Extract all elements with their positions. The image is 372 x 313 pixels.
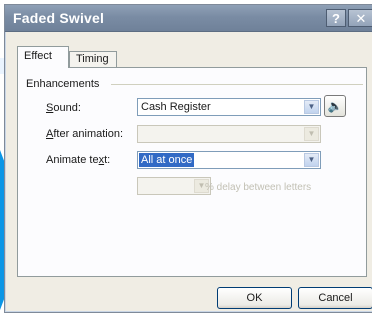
tab-timing-label: Timing	[76, 53, 109, 65]
speaker-icon: 🔈	[327, 99, 343, 113]
cancel-button-label: Cancel	[318, 292, 353, 304]
enhancements-group-label: Enhancements	[26, 78, 100, 90]
tab-effect[interactable]: Effect	[17, 46, 69, 68]
sound-label: Sound:	[46, 102, 81, 114]
animate-text-label: Animate text:	[46, 154, 111, 166]
tab-effect-label: Effect	[24, 50, 52, 62]
cancel-button[interactable]: Cancel	[298, 287, 372, 309]
ok-button-label: OK	[246, 292, 263, 304]
dialog-titlebar[interactable]: Faded Swivel ? ✕	[5, 5, 372, 32]
help-icon: ?	[332, 11, 340, 26]
group-divider	[111, 84, 363, 85]
sound-value: Cash Register	[141, 101, 211, 113]
tab-timing[interactable]: Timing	[69, 51, 117, 68]
delay-label: % delay between letters	[205, 182, 312, 193]
chevron-down-icon: ▼	[304, 153, 319, 167]
sound-volume-button[interactable]: 🔈	[324, 95, 346, 117]
help-button[interactable]: ?	[326, 9, 346, 27]
after-animation-dropdown[interactable]: ▼	[137, 125, 321, 143]
chevron-down-icon: ▼	[304, 127, 319, 141]
effect-options-dialog: Faded Swivel ? ✕ Effect Timing Enhanceme…	[4, 4, 372, 313]
close-button[interactable]: ✕	[348, 9, 372, 27]
animate-text-value: All at once	[139, 153, 195, 167]
ok-button[interactable]: OK	[217, 287, 292, 309]
effect-panel: Enhancements Sound: Cash Register ▼ Afte…	[17, 67, 367, 277]
chevron-down-icon: ▼	[304, 100, 319, 114]
animate-text-dropdown[interactable]: All at once ▼	[137, 151, 321, 169]
delay-spinner[interactable]: ▼	[137, 177, 211, 195]
after-animation-label: After animation:	[46, 128, 124, 140]
sound-dropdown[interactable]: Cash Register ▼	[137, 98, 321, 116]
close-icon: ✕	[355, 11, 367, 26]
dialog-title: Faded Swivel	[13, 10, 105, 26]
